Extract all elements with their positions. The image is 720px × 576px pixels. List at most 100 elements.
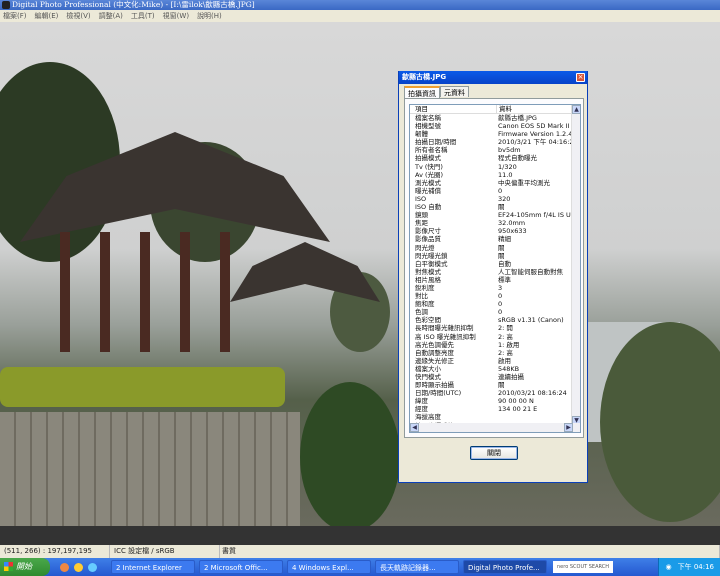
dialog-title: 歙縣古橋.JPG xyxy=(399,71,587,84)
table-row[interactable]: 色彩空間 sRGB v1.31 (Canon) xyxy=(410,316,580,324)
table-row[interactable]: 韌體 Firmware Version 1.2.4 xyxy=(410,130,580,138)
close-button[interactable]: 關閉 xyxy=(470,446,518,460)
table-row[interactable]: 拍攝模式 程式自動曝光 xyxy=(410,154,580,162)
menu-window[interactable]: 視窗(W) xyxy=(163,10,189,22)
table-row[interactable]: 閃光燈 關 xyxy=(410,244,580,252)
chrome-icon[interactable] xyxy=(60,562,69,572)
ie-icon[interactable] xyxy=(88,562,97,572)
start-label: 開始 xyxy=(16,562,32,571)
table-row[interactable]: 影像尺寸 950x633 xyxy=(410,227,580,235)
row-value: 歙縣古橋.JPG xyxy=(498,114,537,122)
row-item: 曝光補償 xyxy=(415,186,441,195)
row-item: 檔案大小 xyxy=(415,364,441,373)
table-row[interactable]: 飽和度 0 xyxy=(410,300,580,308)
table-row[interactable]: 快門模式 連續拍攝 xyxy=(410,373,580,381)
table-row[interactable]: Tv (快門) 1/320 xyxy=(410,163,580,171)
table-row[interactable]: 曝光補償 0 xyxy=(410,187,580,195)
clock[interactable]: 下午 04:16 xyxy=(678,562,714,572)
row-item: 韌體 xyxy=(415,130,428,139)
row-item: 色彩空間 xyxy=(415,316,441,325)
nero-search-box[interactable]: nero SCOUT SEARCH xyxy=(553,561,613,573)
row-item: Av (光圈) xyxy=(415,170,444,179)
table-row[interactable]: Av (光圈) 11.0 xyxy=(410,171,580,179)
menu-adjust[interactable]: 調整(A) xyxy=(99,10,123,22)
table-row[interactable]: 緯度 90 00 00 N xyxy=(410,397,580,405)
row-item: 拍攝日期/時間 xyxy=(415,138,457,147)
row-value: Firmware Version 1.2.4 xyxy=(498,130,572,139)
vertical-scrollbar[interactable]: ▲ ▼ xyxy=(571,105,580,425)
table-row[interactable]: 對比 0 xyxy=(410,292,580,300)
status-bar: (511, 266) : 197,197,195 ICC 設定檔 / sRGB … xyxy=(0,545,720,558)
table-row[interactable]: 高光色調優先 1: 啟用 xyxy=(410,341,580,349)
task-track-recorder[interactable]: 長天軌跡記錄器... xyxy=(375,560,459,574)
table-row[interactable]: 閃光曝光鎖 關 xyxy=(410,252,580,260)
task-windows-explorer[interactable]: 4 Windows Expl... xyxy=(287,560,371,574)
row-value: 中央偏重平均測光 xyxy=(498,178,550,187)
menu-view[interactable]: 檢視(V) xyxy=(66,10,90,22)
windows-logo-icon xyxy=(4,562,13,571)
menu-edit[interactable]: 編輯(E) xyxy=(35,10,59,22)
table-row[interactable]: 焦距 32.0mm xyxy=(410,219,580,227)
row-item: 高光色調優先 xyxy=(415,340,454,349)
quality-mode: 書質 xyxy=(220,545,720,558)
column-header-item[interactable]: 項目 xyxy=(410,105,496,113)
table-row[interactable]: 所有者名稱 bv5dm xyxy=(410,146,580,154)
photo-canvas[interactable] xyxy=(0,22,720,526)
scroll-left-icon[interactable]: ◀ xyxy=(410,423,419,432)
scroll-up-icon[interactable]: ▲ xyxy=(572,105,580,114)
taskbar: 開始 2 Internet Explorer 2 Microsoft Offic… xyxy=(0,558,720,576)
table-row[interactable]: 自動調整亮度 2: 高 xyxy=(410,349,580,357)
menu-tools[interactable]: 工具(T) xyxy=(131,10,155,22)
row-item: 相片風格 xyxy=(415,275,441,284)
task-digital-photo-professional[interactable]: Digital Photo Profe... xyxy=(463,560,547,574)
tab-metadata[interactable]: 元資料 xyxy=(440,86,469,97)
row-item: Tv (快門) xyxy=(415,162,443,171)
row-value: 548KB xyxy=(498,364,520,373)
table-row[interactable]: 測光模式 中央偏重平均測光 xyxy=(410,179,580,187)
table-row[interactable]: 拍攝日期/時間 2010/3/21 下午 04:16:24 xyxy=(410,138,580,146)
scroll-right-icon[interactable]: ▶ xyxy=(564,423,573,432)
start-button[interactable]: 開始 xyxy=(0,558,50,576)
table-row[interactable]: ISO 320 xyxy=(410,195,580,203)
table-row[interactable]: 邊緣失光修正 啟用 xyxy=(410,357,580,365)
table-row[interactable]: 經度 134 00 21 E xyxy=(410,405,580,413)
task-microsoft-office[interactable]: 2 Microsoft Offic... xyxy=(199,560,283,574)
row-item: 長時間曝光雜訊抑制 xyxy=(415,324,474,333)
table-row[interactable]: 高 ISO 曝光雜訊抑制 2: 高 xyxy=(410,333,580,341)
network-icon[interactable]: ◉ xyxy=(665,563,671,571)
canvas-background xyxy=(0,526,720,545)
title-bar: Digital Photo Professional (中文化:Mike) - … xyxy=(0,0,720,10)
row-value: 2: 高 xyxy=(498,332,513,341)
menu-file[interactable]: 檔案(F) xyxy=(3,10,27,22)
table-row[interactable]: 檔案名稱 歙縣古橋.JPG xyxy=(410,114,580,122)
table-row[interactable]: 日期/時間(UTC) 2010/03/21 08:16:24 xyxy=(410,389,580,397)
row-value: 啟用 xyxy=(498,356,511,365)
table-row[interactable]: 銳利度 3 xyxy=(410,284,580,292)
icc-profile: ICC 設定檔 / sRGB xyxy=(110,545,220,558)
table-row[interactable]: 即時顯示拍攝 關 xyxy=(410,381,580,389)
table-row[interactable]: 檔案大小 548KB xyxy=(410,365,580,373)
browser-icon[interactable] xyxy=(74,562,83,572)
row-item: 海拔高度 xyxy=(415,413,441,422)
table-row[interactable]: 色調 0 xyxy=(410,308,580,316)
tab-shooting-info[interactable]: 拍攝資訊 xyxy=(404,86,440,98)
row-item: 白平衡模式 xyxy=(415,259,448,268)
table-row[interactable]: 對焦模式 人工智能伺服自動對焦 xyxy=(410,268,580,276)
table-row[interactable]: 長時間曝光雜訊抑制 2: 開 xyxy=(410,324,580,332)
row-item: 檔案名稱 xyxy=(415,114,441,122)
table-row[interactable]: 鏡頭 EF24-105mm f/4L IS USM xyxy=(410,211,580,219)
row-value: 2: 開 xyxy=(498,324,513,333)
info-list: 項目 資料 檔案名稱 歙縣古橋.JPG 相機型號 Canon EOS 5D Mark … xyxy=(409,104,581,433)
menu-help[interactable]: 說明(H) xyxy=(197,10,222,22)
table-row[interactable]: ISO 自動 關 xyxy=(410,203,580,211)
table-row[interactable]: 相片風格 標準 xyxy=(410,276,580,284)
table-row[interactable]: 海拔高度 xyxy=(410,413,580,421)
task-internet-explorer[interactable]: 2 Internet Explorer xyxy=(111,560,195,574)
window-title: Digital Photo Professional (中文化:Mike) - … xyxy=(12,0,255,9)
column-header-data[interactable]: 資料 xyxy=(496,105,572,113)
close-icon[interactable]: × xyxy=(576,73,585,82)
table-row[interactable]: 白平衡模式 自動 xyxy=(410,260,580,268)
table-row[interactable]: 影像品質 精細 xyxy=(410,235,580,243)
horizontal-scrollbar[interactable]: ◀ ▶ xyxy=(410,423,580,432)
table-row[interactable]: 相機型號 Canon EOS 5D Mark II xyxy=(410,122,580,130)
